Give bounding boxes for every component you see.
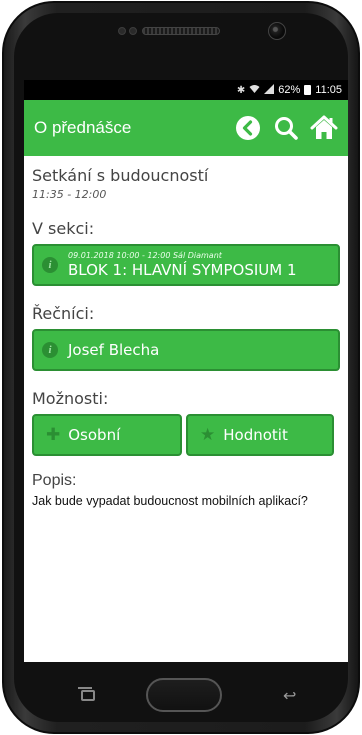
status-time: 11:05	[315, 84, 342, 96]
speaker-button[interactable]: i Josef Blecha	[32, 329, 340, 371]
hardware-home-key[interactable]	[146, 678, 222, 712]
app-bar-actions	[234, 114, 338, 142]
rate-button[interactable]: ★ Hodnotit	[186, 414, 334, 456]
hardware-back-key[interactable]: ↩	[283, 686, 296, 705]
app-screen: ✱ 62% 11:05 O přednášce Setkání s budouc…	[24, 80, 348, 662]
proximity-sensor	[118, 27, 126, 35]
block-meta: 09.01.2018 10:00 - 12:00 Sál Diamant	[68, 251, 222, 260]
speakers-heading: Řečníci:	[32, 304, 95, 323]
speaker-name: Josef Blecha	[68, 341, 160, 359]
rate-label: Hodnotit	[223, 426, 288, 444]
page-title: O přednášce	[34, 118, 132, 137]
info-icon: i	[42, 257, 58, 273]
search-icon	[275, 117, 298, 140]
section-block-button[interactable]: i 09.01.2018 10:00 - 12:00 Sál Diamant B…	[32, 244, 340, 286]
signal-icon	[264, 83, 275, 97]
home-button[interactable]	[310, 114, 338, 142]
wifi-icon	[249, 84, 260, 97]
earpiece-speaker	[142, 27, 220, 35]
personal-label: Osobní	[68, 426, 121, 444]
talk-time: 11:35 - 12:00	[32, 188, 107, 201]
plus-icon: ✚	[46, 425, 61, 445]
description-text: Jak bude vypadat budoucnost mobilních ap…	[32, 494, 308, 508]
talk-detail: Setkání s budoucností 11:35 - 12:00 V se…	[24, 156, 348, 509]
description-heading: Popis:	[32, 472, 77, 489]
options-row: ✚ Osobní ★ Hodnotit	[32, 414, 340, 456]
block-info: 09.01.2018 10:00 - 12:00 Sál Diamant BLO…	[68, 251, 297, 279]
search-button[interactable]	[272, 114, 300, 142]
light-sensor	[129, 27, 137, 35]
app-bar: O přednášce	[24, 100, 348, 156]
battery-icon	[304, 85, 312, 95]
home-icon	[310, 115, 338, 139]
status-bar: ✱ 62% 11:05	[24, 80, 348, 100]
personal-button[interactable]: ✚ Osobní	[32, 414, 182, 456]
options-heading: Možnosti:	[32, 389, 109, 408]
front-camera	[268, 22, 286, 40]
back-circle-icon	[236, 116, 260, 140]
star-icon: ★	[200, 425, 216, 445]
block-name: BLOK 1: HLAVNÍ SYMPOSIUM 1	[68, 261, 297, 279]
bluetooth-icon: ✱	[236, 84, 246, 96]
back-button[interactable]	[234, 114, 262, 142]
info-icon: i	[42, 342, 58, 358]
battery-percent: 62%	[278, 84, 301, 96]
recent-apps-key[interactable]	[78, 687, 95, 701]
talk-title: Setkání s budoucností	[32, 166, 209, 185]
section-heading: V sekci:	[32, 219, 95, 238]
